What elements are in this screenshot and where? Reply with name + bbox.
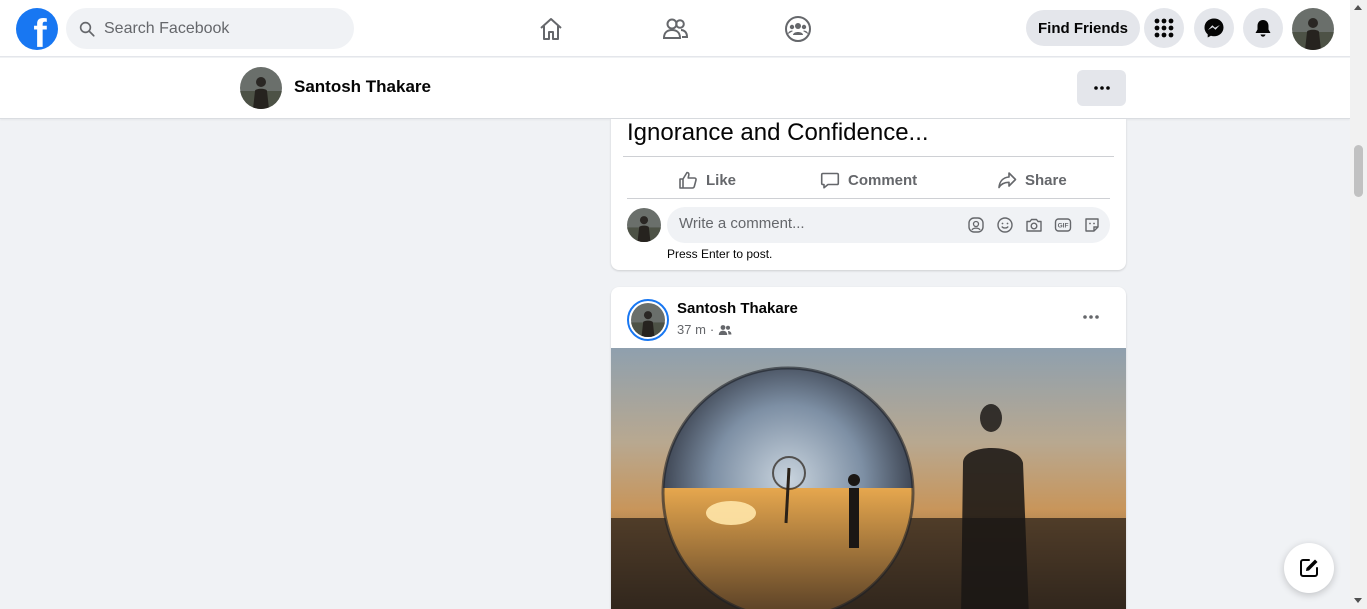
author-avatar[interactable] bbox=[627, 299, 669, 341]
home-icon[interactable] bbox=[536, 14, 566, 44]
menu-grid-icon bbox=[1154, 18, 1174, 38]
page-scrollbar[interactable] bbox=[1350, 0, 1367, 609]
comment-input[interactable] bbox=[679, 215, 939, 232]
post-options-button[interactable] bbox=[1075, 303, 1107, 331]
divider bbox=[623, 156, 1114, 157]
comment-tools: GIF bbox=[966, 215, 1102, 235]
friends-icon[interactable] bbox=[660, 14, 690, 44]
notifications-icon bbox=[1255, 20, 1271, 37]
profile-sticky-header: Santosh Thakare bbox=[0, 58, 1350, 119]
facebook-logo[interactable]: f bbox=[16, 8, 58, 50]
svg-text:GIF: GIF bbox=[1058, 223, 1069, 230]
find-friends-button[interactable]: Find Friends bbox=[1026, 10, 1140, 46]
scroll-down-arrow[interactable] bbox=[1354, 598, 1362, 603]
sticker-icon[interactable] bbox=[1082, 215, 1102, 235]
compose-icon bbox=[1300, 559, 1318, 577]
messenger-button[interactable] bbox=[1194, 8, 1234, 48]
friends-audience-icon[interactable] bbox=[718, 324, 732, 336]
scroll-up-arrow[interactable] bbox=[1354, 5, 1362, 10]
menu-grid-button[interactable] bbox=[1144, 8, 1184, 48]
like-label: Like bbox=[706, 171, 737, 189]
search-icon bbox=[79, 21, 95, 37]
comment-icon bbox=[820, 172, 840, 189]
like-button[interactable]: Like bbox=[678, 163, 736, 197]
post-card: Santosh Thakare 37 m · bbox=[611, 287, 1126, 609]
post-card: Ignorance and Confidence... Like Comment… bbox=[611, 119, 1126, 270]
gif-icon[interactable]: GIF bbox=[1053, 215, 1073, 235]
search-box[interactable] bbox=[66, 8, 354, 49]
top-navigation-bar: f Find Friends bbox=[0, 0, 1350, 57]
post-meta: 37 m · bbox=[677, 322, 732, 337]
comment-label: Comment bbox=[848, 171, 918, 189]
post-photo[interactable] bbox=[611, 348, 1126, 609]
more-dots-icon bbox=[1093, 86, 1110, 90]
comment-box[interactable]: GIF bbox=[667, 207, 1110, 243]
post-time[interactable]: 37 m bbox=[677, 322, 706, 337]
meta-separator: · bbox=[709, 322, 715, 337]
commenter-avatar[interactable] bbox=[627, 208, 661, 242]
messenger-icon bbox=[1204, 18, 1224, 38]
search-input[interactable] bbox=[104, 19, 334, 38]
more-dots-icon bbox=[1083, 315, 1099, 319]
like-icon bbox=[679, 171, 697, 189]
share-icon bbox=[998, 172, 1017, 189]
groups-icon[interactable] bbox=[783, 14, 813, 44]
share-label: Share bbox=[1025, 171, 1067, 189]
post-text: Ignorance and Confidence... bbox=[627, 119, 929, 146]
emoji-icon[interactable] bbox=[995, 215, 1015, 235]
share-button[interactable]: Share bbox=[997, 163, 1067, 197]
scroll-thumb[interactable] bbox=[1354, 145, 1363, 197]
profile-more-button[interactable] bbox=[1077, 70, 1126, 106]
press-enter-hint: Press Enter to post. bbox=[667, 247, 773, 261]
comment-button[interactable]: Comment bbox=[820, 163, 917, 197]
divider bbox=[627, 198, 1110, 199]
notifications-button[interactable] bbox=[1243, 8, 1283, 48]
new-message-button[interactable] bbox=[1284, 543, 1334, 593]
avatar-sticker-icon[interactable] bbox=[966, 215, 986, 235]
camera-icon[interactable] bbox=[1024, 215, 1044, 235]
account-avatar[interactable] bbox=[1292, 8, 1334, 50]
author-name[interactable]: Santosh Thakare bbox=[677, 300, 798, 317]
profile-name[interactable]: Santosh Thakare bbox=[294, 77, 431, 97]
profile-avatar[interactable] bbox=[240, 67, 282, 109]
